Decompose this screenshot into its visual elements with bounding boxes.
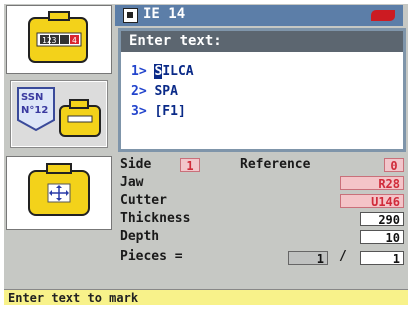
status-bar: Enter text to mark: [4, 289, 408, 305]
key-head-icon: 123 4: [28, 11, 88, 63]
dialog-header: Enter text:: [121, 31, 403, 52]
silca-logo-icon: [371, 10, 395, 21]
jaw-field[interactable]: R28: [340, 176, 404, 191]
enter-text-dialog: Enter text: 1> SILCA 2> SPA 3> [F1]: [118, 28, 406, 152]
jaw-label: Jaw: [120, 175, 144, 190]
cutter-label: Cutter: [120, 193, 167, 208]
side-field[interactable]: 1: [180, 158, 200, 173]
thickness-label: Thickness: [120, 211, 191, 226]
depth-label: Depth: [120, 229, 160, 244]
option-f1[interactable]: 3> [F1]: [131, 104, 186, 119]
option-label: [F1]: [154, 104, 186, 119]
option-number: 3>: [131, 104, 147, 119]
option-number: 1>: [131, 64, 147, 79]
key-digits: 123: [42, 36, 57, 45]
side-label: Side: [120, 157, 152, 172]
option-number: 2>: [131, 84, 147, 99]
pieces-total-field[interactable]: 1: [360, 251, 404, 266]
key-position-panel: [6, 156, 112, 230]
key-digit-last: 4: [72, 36, 77, 45]
option-label: ILCA: [162, 64, 194, 79]
thickness-field[interactable]: 290: [360, 212, 404, 227]
option-silca[interactable]: 1> SILCA: [131, 64, 194, 79]
depth-field[interactable]: 10: [360, 230, 404, 245]
reference-field[interactable]: 0: [384, 158, 404, 173]
ssn-label: SSN: [21, 92, 43, 103]
reference-label: Reference: [240, 157, 311, 172]
pieces-separator: /: [339, 249, 347, 264]
window-title: IE 14: [143, 6, 186, 22]
option-label: SPA: [154, 84, 178, 99]
option-spa[interactable]: 2> SPA: [131, 84, 178, 99]
key-model-icon: SSN N°12: [17, 87, 101, 137]
title-bar: IE 14: [115, 5, 403, 26]
document-icon: [123, 8, 138, 23]
key-display-panel: 123 4: [6, 5, 112, 74]
key-position-icon: [28, 163, 90, 216]
pieces-done-field: 1: [288, 251, 328, 266]
key-model-panel: SSN N°12: [6, 77, 110, 151]
model-number-label: N°12: [21, 105, 48, 116]
cutter-field[interactable]: U146: [340, 194, 404, 209]
pieces-label: Pieces =: [120, 249, 183, 264]
